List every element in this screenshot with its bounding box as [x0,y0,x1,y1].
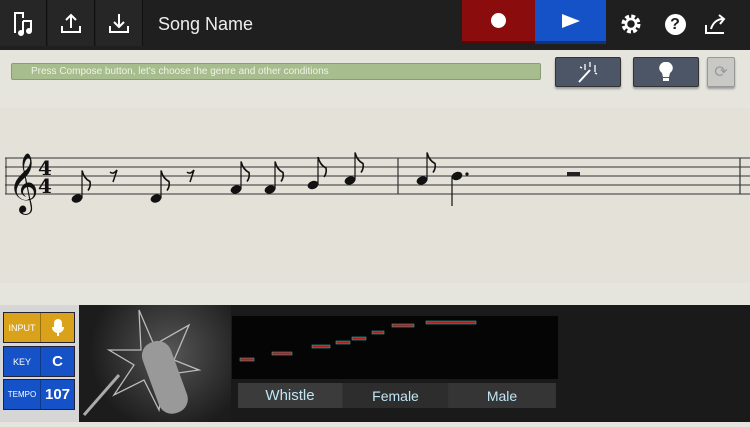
status-bar: Press Compose button, let's choose the g… [11,63,541,80]
voice-male[interactable]: Male [449,383,556,408]
gear-icon [621,14,641,34]
note-flag [274,161,285,182]
voice-female[interactable]: Female [343,383,449,408]
control-column: INPUT KEY C TEMPO 107 [0,305,79,422]
record-button[interactable] [462,0,535,44]
microphone-image [79,305,231,422]
pitch-spectrogram [232,316,558,379]
note-flag [240,161,251,182]
upload-button[interactable] [48,0,95,46]
tempo-button[interactable]: TEMPO 107 [3,379,75,410]
help-icon: ? [664,13,686,35]
lightbulb-icon [659,62,673,81]
compose-button[interactable] [555,57,621,87]
share-icon [705,14,726,34]
input-button[interactable]: INPUT [3,312,75,343]
note-flag [426,152,437,173]
record-icon [491,13,506,28]
score-staff[interactable]: 𝄞 4 4 [0,108,750,283]
half-rest [567,172,580,176]
settings-button[interactable] [617,10,645,38]
note-dot [465,172,469,176]
download-icon [109,14,129,33]
input-label: INPUT [4,313,41,342]
key-label: KEY [4,347,41,376]
score-file-button[interactable] [0,0,47,46]
song-name[interactable]: Song Name [158,14,253,35]
refresh-button[interactable]: ⟳ [707,57,735,87]
refresh-icon: ⟳ [714,64,728,81]
voice-whistle[interactable]: Whistle [238,383,343,408]
help-button[interactable]: ? [661,10,689,38]
top-toolbar: Song Name ? [0,0,750,50]
microphone-icon [41,313,74,342]
hint-button[interactable] [633,57,699,87]
treble-clef: 𝄞 [8,153,39,215]
share-button[interactable] [702,10,730,38]
play-button[interactable] [535,0,606,44]
download-button[interactable] [96,0,143,46]
compose-wand-icon [578,62,598,83]
time-signature-bottom: 4 [38,174,52,198]
key-button[interactable]: KEY C [3,346,75,377]
note-flag [81,170,92,191]
note-flag [354,152,365,173]
note-flag [160,170,171,191]
tempo-value: 107 [44,386,71,403]
tempo-label: TEMPO [4,380,41,409]
play-icon [561,13,580,28]
upload-icon [61,13,81,33]
key-value: C [52,353,63,370]
score-file-icon [14,12,32,36]
